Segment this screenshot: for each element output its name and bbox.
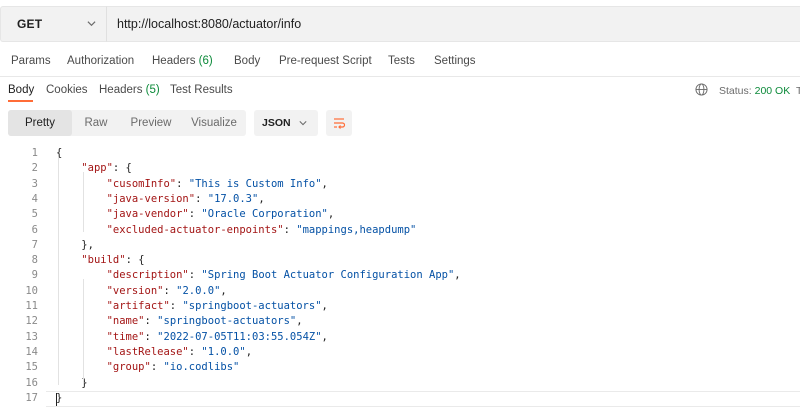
line-number: 13 [25,330,38,343]
line-number: 16 [25,376,38,389]
indent-guide [83,172,84,232]
method-label: GET [17,17,43,31]
code-line: 5 "java-vendor": "Oracle Corporation", [0,208,800,223]
line-number: 6 [31,223,38,236]
code-line: 11 "artifact": "springboot-actuators", [0,300,800,315]
status-time-label: T [796,85,800,97]
response-status: Status: 200 OK [719,85,790,97]
response-tab-cookies[interactable]: Cookies [46,84,88,96]
tab-params[interactable]: Params [11,55,51,67]
method-select[interactable]: GET [0,6,106,42]
code-line: 10 "version": "2.0.0", [0,285,800,300]
code-text: "time": "2022-07-05T11:03:55.054Z", [106,330,328,343]
code-text: "artifact": "springboot-actuators", [106,300,328,312]
code-text: "app": { [81,162,132,175]
line-number: 2 [31,162,38,175]
code-line: 2 "app": { [0,162,800,177]
view-raw-button[interactable]: Raw [72,110,120,136]
response-tab-body[interactable]: Body [8,84,34,96]
code-text: "lastRelease": "1.0.0", [106,345,253,358]
code-text: "description": "Spring Boot Actuator Con… [106,269,461,282]
code-text: "java-vendor": "Oracle Corporation", [106,208,335,221]
view-visualize-button[interactable]: Visualize [182,110,246,136]
format-label: JSON [262,117,291,129]
code-text: { [56,147,63,159]
response-tab-test-results[interactable]: Test Results [170,84,233,96]
code-line: 1{ [0,147,800,162]
wrap-lines-button[interactable] [326,110,352,136]
format-select[interactable]: JSON [254,110,318,136]
code-line: 6 "excluded-actuator-enpoints": "mapping… [0,224,800,239]
line-number: 11 [25,300,38,312]
code-text: "java-version": "17.0.3", [106,192,265,205]
code-line: 7 }, [0,239,800,254]
response-body-editor[interactable]: 1{2 "app": {3 "cusomInfo": "This is Cust… [0,144,800,416]
line-number: 5 [31,208,38,221]
code-text: "excluded-actuator-enpoints": "mappings,… [106,223,417,236]
response-headers-count: (5) [145,84,160,96]
request-tabs: Params Authorization Headers (6) Body Pr… [0,48,800,76]
tab-body[interactable]: Body [234,55,260,67]
view-mode-group: Pretty Raw Preview Visualize [8,110,246,136]
code-text: }, [56,238,94,251]
code-line: 13 "time": "2022-07-05T11:03:55.054Z", [0,331,800,346]
section-divider [0,76,800,77]
wrap-lines-icon [334,118,346,129]
url-input[interactable]: http://localhost:8080/actuator/info [106,6,800,42]
indent-guide [58,157,59,385]
code-line: 12 "name": "springboot-actuators", [0,315,800,330]
active-tab-indicator [8,100,33,102]
code-text: "version": "2.0.0", [106,284,227,297]
line-number: 9 [31,269,38,282]
code-line: 3 "cusomInfo": "This is Custom Info", [0,178,800,193]
line-number: 3 [31,177,38,190]
code-line: 16 } [0,377,800,392]
line-number: 4 [31,192,38,205]
line-number: 8 [31,254,38,267]
line-number: 15 [25,361,38,374]
tab-headers[interactable]: Headers (6) [152,55,213,67]
url-text: http://localhost:8080/actuator/info [117,17,302,31]
tab-settings[interactable]: Settings [434,55,476,67]
text-caret [56,393,57,406]
status-value[interactable]: 200 OK [755,85,791,97]
line-number: 7 [31,238,38,251]
code-line: 4 "java-version": "17.0.3", [0,193,800,208]
line-number: 1 [31,147,38,159]
active-line-highlight [46,391,800,407]
code-text: "name": "springboot-actuators", [106,315,303,328]
code-line: 14 "lastRelease": "1.0.0", [0,346,800,361]
code-line: 15 "group": "io.codlibs" [0,361,800,376]
code-line: 8 "build": { [0,254,800,269]
response-tab-headers[interactable]: Headers (5) [99,84,160,96]
line-number: 17 [25,391,38,404]
globe-icon[interactable] [695,83,708,96]
tab-pre-request-script[interactable]: Pre-request Script [279,55,372,67]
line-number: 14 [25,345,38,358]
tab-authorization[interactable]: Authorization [67,55,134,67]
chevron-down-icon [299,121,307,126]
chevron-down-icon [87,21,96,27]
headers-count: (6) [198,55,213,67]
line-number: 10 [25,284,38,297]
view-pretty-button[interactable]: Pretty [8,110,72,136]
status-label: Status: [719,85,752,97]
code-line: 9 "description": "Spring Boot Actuator C… [0,269,800,284]
line-number: 12 [25,315,38,328]
view-preview-button[interactable]: Preview [120,110,182,136]
code-text: "cusomInfo": "This is Custom Info", [106,177,328,190]
indent-guide [83,279,84,385]
code-text: "build": { [81,254,145,267]
tab-tests[interactable]: Tests [388,55,415,67]
